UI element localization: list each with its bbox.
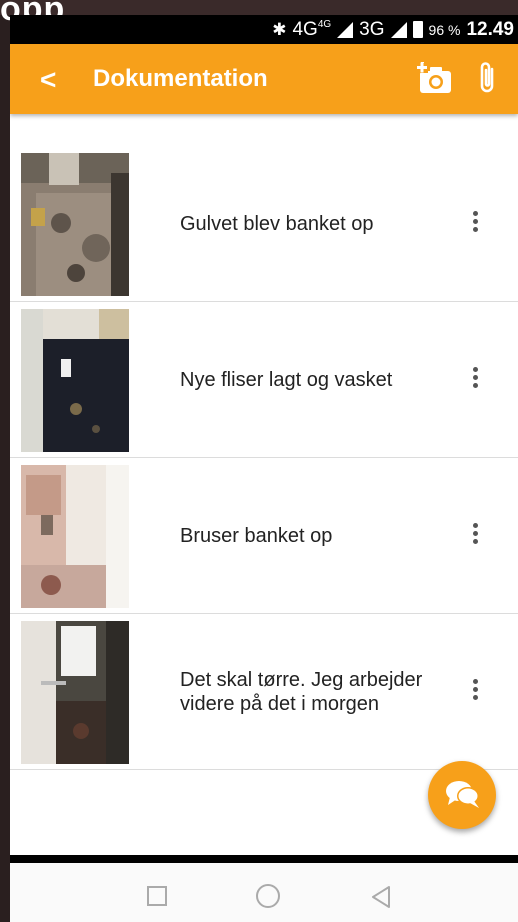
photo-thumbnail[interactable]	[21, 309, 129, 452]
list-item[interactable]: Nye fliser lagt og vasket	[10, 302, 518, 458]
home-icon[interactable]	[256, 884, 280, 908]
recent-apps-icon[interactable]	[147, 886, 167, 906]
signal-icon	[337, 21, 354, 38]
paperclip-icon[interactable]	[476, 60, 498, 96]
app-bar: < Dokumentation	[10, 44, 518, 114]
item-label[interactable]: Det skal tørre. Jeg arbejder videre på d…	[180, 614, 430, 770]
nav-divider	[10, 855, 518, 863]
photo-thumbnail[interactable]	[21, 621, 129, 764]
chat-button[interactable]	[428, 761, 496, 829]
more-vertical-icon[interactable]	[465, 676, 485, 708]
more-vertical-icon[interactable]	[465, 364, 485, 396]
bluetooth-icon: ✱	[272, 19, 287, 39]
status-bar: ✱ 4G4G 3G 96 % 12.49	[10, 15, 518, 44]
background-strip	[0, 0, 518, 15]
item-label[interactable]: Bruser banket op	[180, 458, 430, 614]
more-vertical-icon[interactable]	[465, 208, 485, 240]
photo-thumbnail[interactable]	[21, 153, 129, 296]
more-vertical-icon[interactable]	[465, 520, 485, 552]
network-3g-label: 3G	[359, 18, 385, 40]
navigation-bar	[10, 863, 518, 922]
battery-percent: 96 %	[428, 21, 461, 38]
list-item[interactable]: Gulvet blev banket op	[10, 146, 518, 302]
chat-bubbles-icon	[446, 781, 479, 808]
list-item[interactable]: Det skal tørre. Jeg arbejder videre på d…	[10, 614, 518, 770]
add-camera-icon[interactable]	[417, 62, 453, 96]
chevron-left-icon[interactable]: <	[40, 64, 56, 96]
status-time: 12.49	[466, 18, 514, 40]
item-label[interactable]: Nye fliser lagt og vasket	[180, 302, 430, 458]
battery-icon	[412, 21, 423, 38]
phone-screen: ✱ 4G4G 3G 96 % 12.49 < Dokumentation Gul…	[10, 15, 518, 922]
signal-icon-2	[390, 21, 407, 38]
page-title: Dokumentation	[93, 65, 268, 92]
photo-thumbnail[interactable]	[21, 465, 129, 608]
list-item[interactable]: Bruser banket op	[10, 458, 518, 614]
item-label[interactable]: Gulvet blev banket op	[180, 146, 430, 302]
network-4g-label: 4G4G	[292, 18, 332, 40]
back-triangle-icon[interactable]	[370, 885, 392, 909]
documentation-list: Gulvet blev banket op Nye fliser lagt og…	[10, 146, 518, 770]
